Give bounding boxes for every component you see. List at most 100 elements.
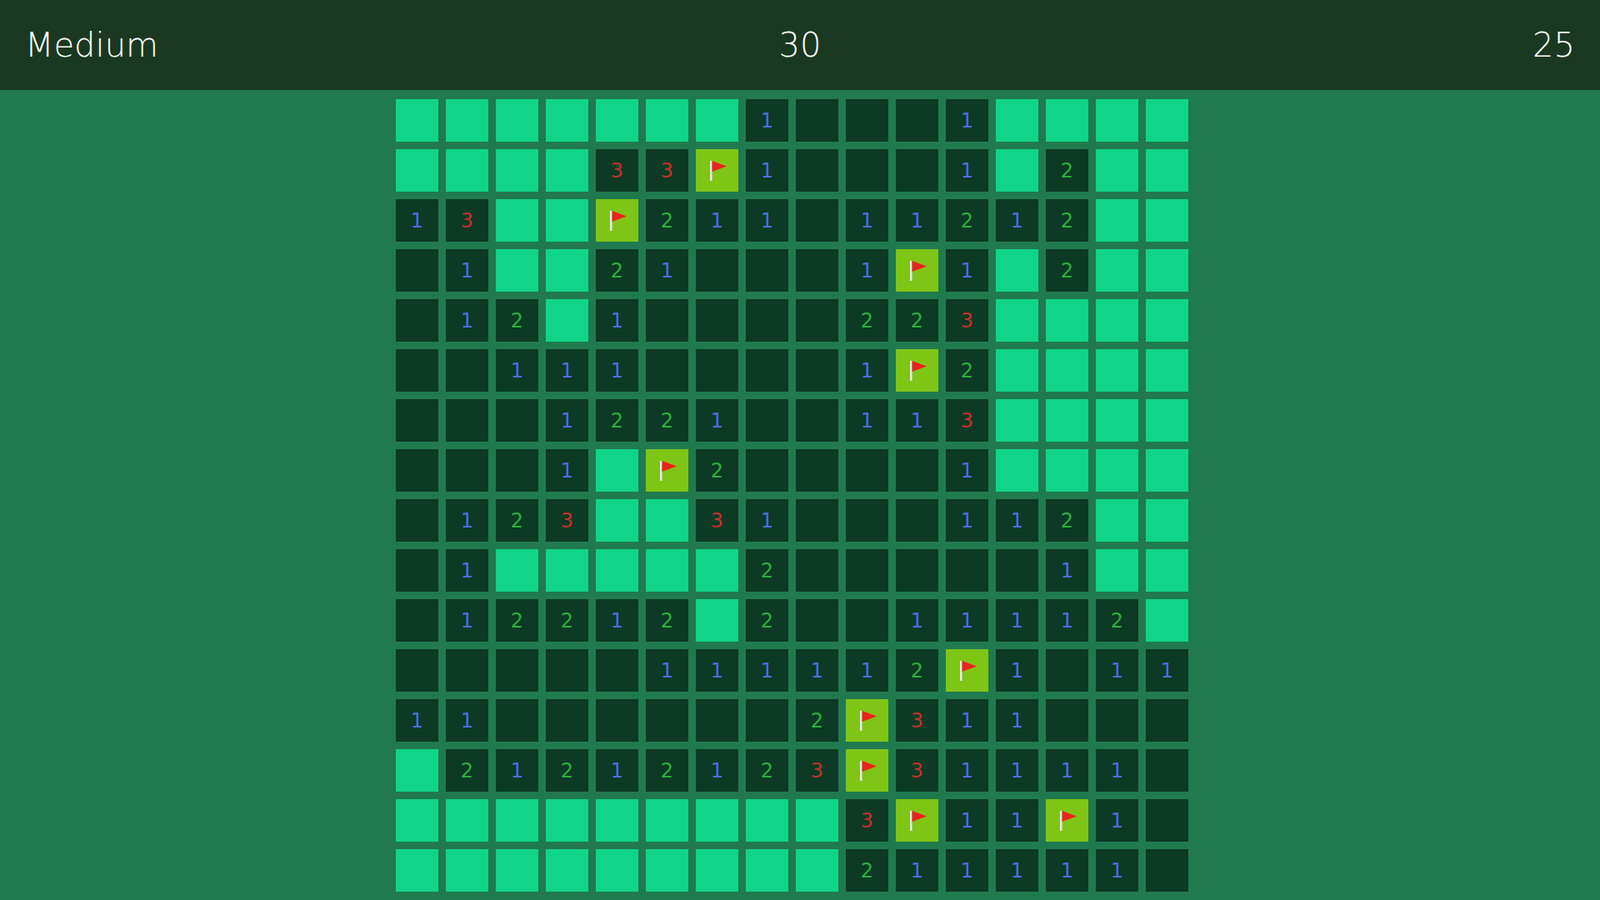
hidden-cell[interactable] [445,849,489,892]
hidden-cell[interactable] [995,249,1039,292]
hidden-cell[interactable] [595,449,639,492]
hidden-cell[interactable] [695,599,739,642]
number-cell: 1 [695,649,739,692]
hidden-cell[interactable] [1095,99,1139,142]
hidden-cell[interactable] [495,799,539,842]
hidden-cell[interactable] [1095,549,1139,592]
hidden-cell[interactable] [545,249,589,292]
hidden-cell[interactable] [795,849,839,892]
number-cell: 2 [745,549,789,592]
hidden-cell[interactable] [545,199,589,242]
hidden-cell[interactable] [1095,399,1139,442]
hidden-cell[interactable] [1095,499,1139,542]
hidden-cell[interactable] [1045,449,1089,492]
flag-cell[interactable] [695,149,739,192]
hidden-cell[interactable] [545,799,589,842]
hidden-cell[interactable] [395,849,439,892]
hidden-cell[interactable] [545,299,589,342]
hidden-cell[interactable] [1145,449,1189,492]
hidden-cell[interactable] [1145,549,1189,592]
hidden-cell[interactable] [1145,99,1189,142]
hidden-cell[interactable] [395,149,439,192]
hidden-cell[interactable] [645,549,689,592]
hidden-cell[interactable] [995,149,1039,192]
hidden-cell[interactable] [1095,199,1139,242]
hidden-cell[interactable] [1145,349,1189,392]
hidden-cell[interactable] [1145,399,1189,442]
number-cell: 1 [1045,549,1089,592]
flag-cell[interactable] [645,449,689,492]
hidden-cell[interactable] [495,549,539,592]
hidden-cell[interactable] [1045,399,1089,442]
number-cell: 2 [845,849,889,892]
hidden-cell[interactable] [1045,299,1089,342]
hidden-cell[interactable] [445,799,489,842]
hidden-cell[interactable] [395,749,439,792]
flag-cell[interactable] [895,349,939,392]
hidden-cell[interactable] [1145,249,1189,292]
hidden-cell[interactable] [1145,199,1189,242]
hidden-cell[interactable] [495,99,539,142]
hidden-cell[interactable] [495,199,539,242]
hidden-cell[interactable] [1095,249,1139,292]
hidden-cell[interactable] [1095,349,1139,392]
flag-cell[interactable] [595,199,639,242]
flag-cell[interactable] [845,749,889,792]
hidden-cell[interactable] [445,99,489,142]
hidden-cell[interactable] [745,799,789,842]
hidden-cell[interactable] [745,849,789,892]
hidden-cell[interactable] [1145,299,1189,342]
hidden-cell[interactable] [1045,349,1089,392]
hidden-cell[interactable] [695,99,739,142]
hidden-cell[interactable] [595,499,639,542]
hidden-cell[interactable] [595,99,639,142]
hidden-cell[interactable] [545,99,589,142]
hidden-cell[interactable] [595,549,639,592]
hidden-cell[interactable] [695,849,739,892]
hidden-cell[interactable] [495,249,539,292]
hidden-cell[interactable] [995,349,1039,392]
hidden-cell[interactable] [495,149,539,192]
hidden-cell[interactable] [995,399,1039,442]
hidden-cell[interactable] [795,799,839,842]
hidden-cell[interactable] [995,449,1039,492]
hidden-cell[interactable] [1045,99,1089,142]
hidden-cell[interactable] [695,799,739,842]
hidden-cell[interactable] [995,99,1039,142]
empty-cell [545,699,589,742]
hidden-cell[interactable] [645,849,689,892]
number-cell: 1 [995,199,1039,242]
empty-cell [745,449,789,492]
game-board: 1133112132111121212111212122311112122111… [395,99,1189,900]
flag-cell[interactable] [895,799,939,842]
hidden-cell[interactable] [395,99,439,142]
number-cell: 3 [545,499,589,542]
hidden-cell[interactable] [995,299,1039,342]
empty-cell [445,349,489,392]
hidden-cell[interactable] [1095,449,1139,492]
hidden-cell[interactable] [1095,299,1139,342]
hidden-cell[interactable] [545,549,589,592]
hidden-cell[interactable] [1145,599,1189,642]
hidden-cell[interactable] [545,849,589,892]
flag-cell[interactable] [895,249,939,292]
hidden-cell[interactable] [595,849,639,892]
hidden-cell[interactable] [695,549,739,592]
hidden-cell[interactable] [495,849,539,892]
number-cell: 1 [445,299,489,342]
hidden-cell[interactable] [595,799,639,842]
hidden-cell[interactable] [545,149,589,192]
hidden-cell[interactable] [1095,149,1139,192]
hidden-cell[interactable] [445,149,489,192]
hidden-cell[interactable] [645,99,689,142]
flag-cell[interactable] [945,649,989,692]
flag-cell[interactable] [1045,799,1089,842]
flag-icon [1055,808,1080,834]
number-cell: 1 [595,599,639,642]
hidden-cell[interactable] [1145,149,1189,192]
flag-cell[interactable] [845,699,889,742]
hidden-cell[interactable] [645,799,689,842]
hidden-cell[interactable] [395,799,439,842]
hidden-cell[interactable] [645,499,689,542]
hidden-cell[interactable] [1145,499,1189,542]
